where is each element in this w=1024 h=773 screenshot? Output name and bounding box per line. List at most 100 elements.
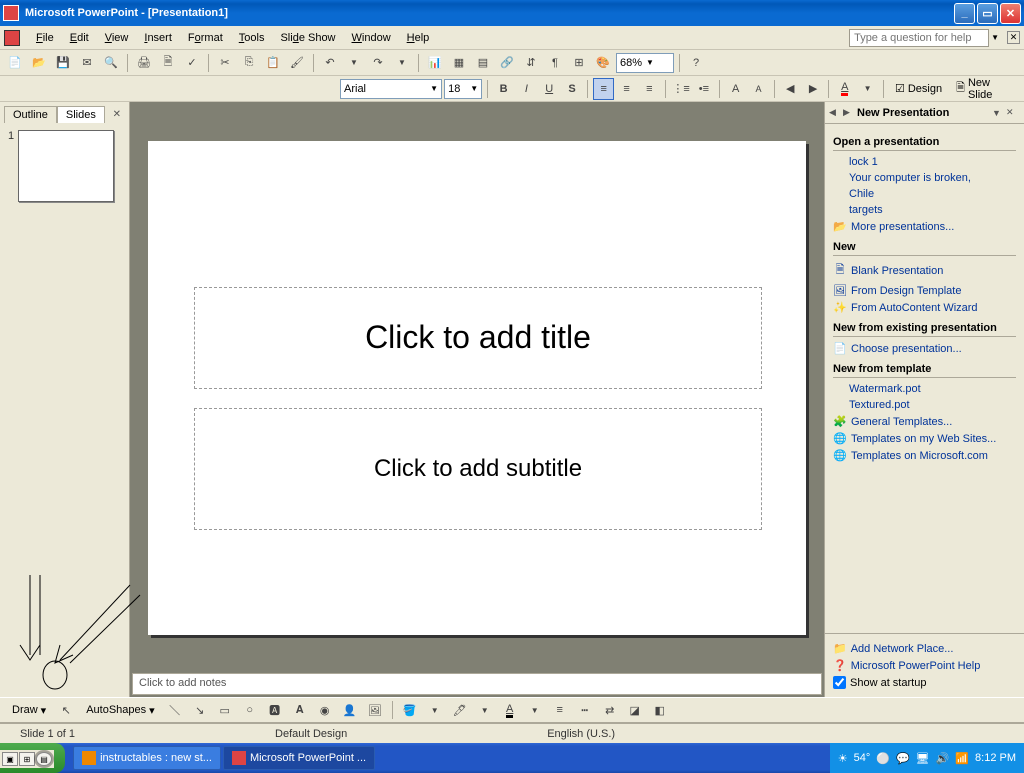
system-tray[interactable]: ☀ 54° ⚪ 💬 🖥 🔊 📶 8:12 PM (830, 743, 1024, 773)
shadow-button[interactable]: S (562, 78, 583, 100)
open-button[interactable]: 📂 (28, 52, 50, 74)
diagram-button[interactable]: ◉ (314, 699, 336, 721)
clock[interactable]: 8:12 PM (975, 752, 1016, 764)
tray-icon[interactable]: ⚪ (876, 752, 890, 765)
table-button[interactable]: ▦ (448, 52, 470, 74)
spelling-button[interactable]: ✓ (181, 52, 203, 74)
print-button[interactable]: 🖨 (133, 52, 155, 74)
design-template-link[interactable]: 🖼From Design Template (833, 282, 1016, 299)
menu-view[interactable]: View (97, 29, 137, 47)
taskbar-item-powerpoint[interactable]: Microsoft PowerPoint ... (223, 746, 375, 770)
shadow-style-button[interactable]: ◪ (624, 699, 646, 721)
sorter-view-button[interactable]: ⊞ (19, 752, 35, 766)
general-templates-link[interactable]: 🧩General Templates... (833, 413, 1016, 430)
panel-close-button[interactable]: ✕ (109, 107, 125, 122)
volume-icon[interactable]: 🔊 (936, 752, 950, 765)
expand-button[interactable]: ⇵ (520, 52, 542, 74)
tables-borders-button[interactable]: ▤ (472, 52, 494, 74)
weather-icon[interactable]: ☀ (838, 752, 848, 765)
template-link[interactable]: Watermark.pot (833, 381, 1016, 397)
email-button[interactable]: ✉ (76, 52, 98, 74)
select-button[interactable]: ↖ (55, 699, 77, 721)
italic-button[interactable]: I (516, 78, 537, 100)
cut-button[interactable]: ✂ (214, 52, 236, 74)
subtitle-placeholder[interactable]: Click to add subtitle (194, 408, 762, 530)
template-link[interactable]: Textured.pot (833, 397, 1016, 413)
maximize-button[interactable]: ▭ (977, 3, 998, 24)
wordart-button[interactable]: 𝐀 (289, 699, 311, 721)
help-button[interactable]: ? (685, 52, 707, 74)
recent-link[interactable]: targets (833, 202, 1016, 218)
slide-canvas[interactable]: Click to add title Click to add subtitle (148, 141, 806, 635)
bold-button[interactable]: B (493, 78, 514, 100)
rectangle-button[interactable]: ▭ (214, 699, 236, 721)
color-button[interactable]: 🎨 (592, 52, 614, 74)
startup-checkbox-input[interactable] (833, 676, 846, 689)
help-dropdown-icon[interactable]: ▼ (991, 33, 999, 42)
line-style-button[interactable]: ≡ (549, 699, 571, 721)
normal-view-button[interactable]: ▣ (2, 752, 18, 766)
chart-button[interactable]: 📊 (424, 52, 446, 74)
undo-dropdown-icon[interactable]: ▼ (343, 52, 365, 74)
fill-color-button[interactable]: 🪣 (399, 699, 421, 721)
picture-button[interactable]: 🖼 (364, 699, 386, 721)
increase-font-button[interactable]: A (725, 78, 746, 100)
blank-presentation-link[interactable]: 🗎Blank Presentation (833, 259, 1016, 282)
copy-button[interactable]: ⎘ (238, 52, 260, 74)
fontcolor-dropdown-icon[interactable]: ▼ (524, 699, 546, 721)
title-placeholder[interactable]: Click to add title (194, 287, 762, 389)
clipart-button[interactable]: 👤 (339, 699, 361, 721)
fill-dropdown-icon[interactable]: ▼ (424, 699, 446, 721)
align-right-button[interactable]: ≡ (639, 78, 660, 100)
recent-link[interactable]: lock 1 (833, 154, 1016, 170)
bullets-button[interactable]: •≡ (694, 78, 715, 100)
save-button[interactable]: 💾 (52, 52, 74, 74)
signal-icon[interactable]: 📶 (955, 752, 969, 765)
recent-link[interactable]: Your computer is broken, (833, 170, 1016, 186)
tab-outline[interactable]: Outline (4, 106, 57, 123)
line-dropdown-icon[interactable]: ▼ (474, 699, 496, 721)
menu-edit[interactable]: Edit (62, 29, 97, 47)
close-button[interactable]: ✕ (1000, 3, 1021, 24)
align-center-button[interactable]: ≡ (616, 78, 637, 100)
autoshapes-menu[interactable]: AutoShapes ▾ (80, 702, 160, 719)
search-button[interactable]: 🔍 (100, 52, 122, 74)
font-combo[interactable]: Arial ▼ (340, 79, 442, 99)
increase-indent-button[interactable]: ▶ (803, 78, 824, 100)
design-button[interactable]: ☑ Design (889, 80, 948, 97)
tray-icon[interactable]: 🖥 (916, 752, 930, 765)
help-search-input[interactable] (849, 29, 989, 47)
slide-thumbnail[interactable] (18, 130, 114, 202)
underline-button[interactable]: U (539, 78, 560, 100)
decrease-indent-button[interactable]: ◀ (780, 78, 801, 100)
minimize-button[interactable]: _ (954, 3, 975, 24)
line-button[interactable]: ＼ (164, 699, 186, 721)
show-formatting-button[interactable]: ¶ (544, 52, 566, 74)
menu-file[interactable]: File (28, 29, 62, 47)
more-presentations-link[interactable]: 📂More presentations... (833, 218, 1016, 235)
forward-arrow-icon[interactable]: ▶ (843, 107, 857, 118)
redo-button[interactable]: ↷ (367, 52, 389, 74)
new-button[interactable]: 📄 (4, 52, 26, 74)
microsoft-templates-link[interactable]: 🌐Templates on Microsoft.com (833, 447, 1016, 464)
menu-insert[interactable]: Insert (136, 29, 180, 47)
language-indicator[interactable]: English (U.S.) (547, 728, 615, 740)
notes-pane[interactable]: Click to add notes (132, 673, 822, 695)
menu-window[interactable]: Window (344, 29, 399, 47)
decrease-font-button[interactable]: A (748, 78, 769, 100)
font-size-combo[interactable]: 18 ▼ (444, 79, 482, 99)
font-color-button[interactable]: A (834, 78, 855, 100)
arrow-button[interactable]: ↘ (189, 699, 211, 721)
menu-help[interactable]: Help (399, 29, 438, 47)
tab-slides[interactable]: Slides (57, 106, 105, 123)
numbering-button[interactable]: ⋮≡ (671, 78, 692, 100)
slide-canvas-area[interactable]: Click to add title Click to add subtitle (130, 102, 824, 673)
menu-format[interactable]: Format (180, 29, 231, 47)
slideshow-view-button[interactable]: ▤ (36, 752, 52, 766)
undo-button[interactable]: ↶ (319, 52, 341, 74)
doc-close-button[interactable]: ✕ (1007, 31, 1020, 44)
add-network-place-link[interactable]: 📁 Add Network Place... (833, 640, 1016, 657)
menu-slideshow[interactable]: Slide Show (272, 29, 343, 47)
dropdown-icon[interactable]: ▼ (992, 108, 1006, 118)
font-color-button2[interactable]: A (499, 699, 521, 721)
